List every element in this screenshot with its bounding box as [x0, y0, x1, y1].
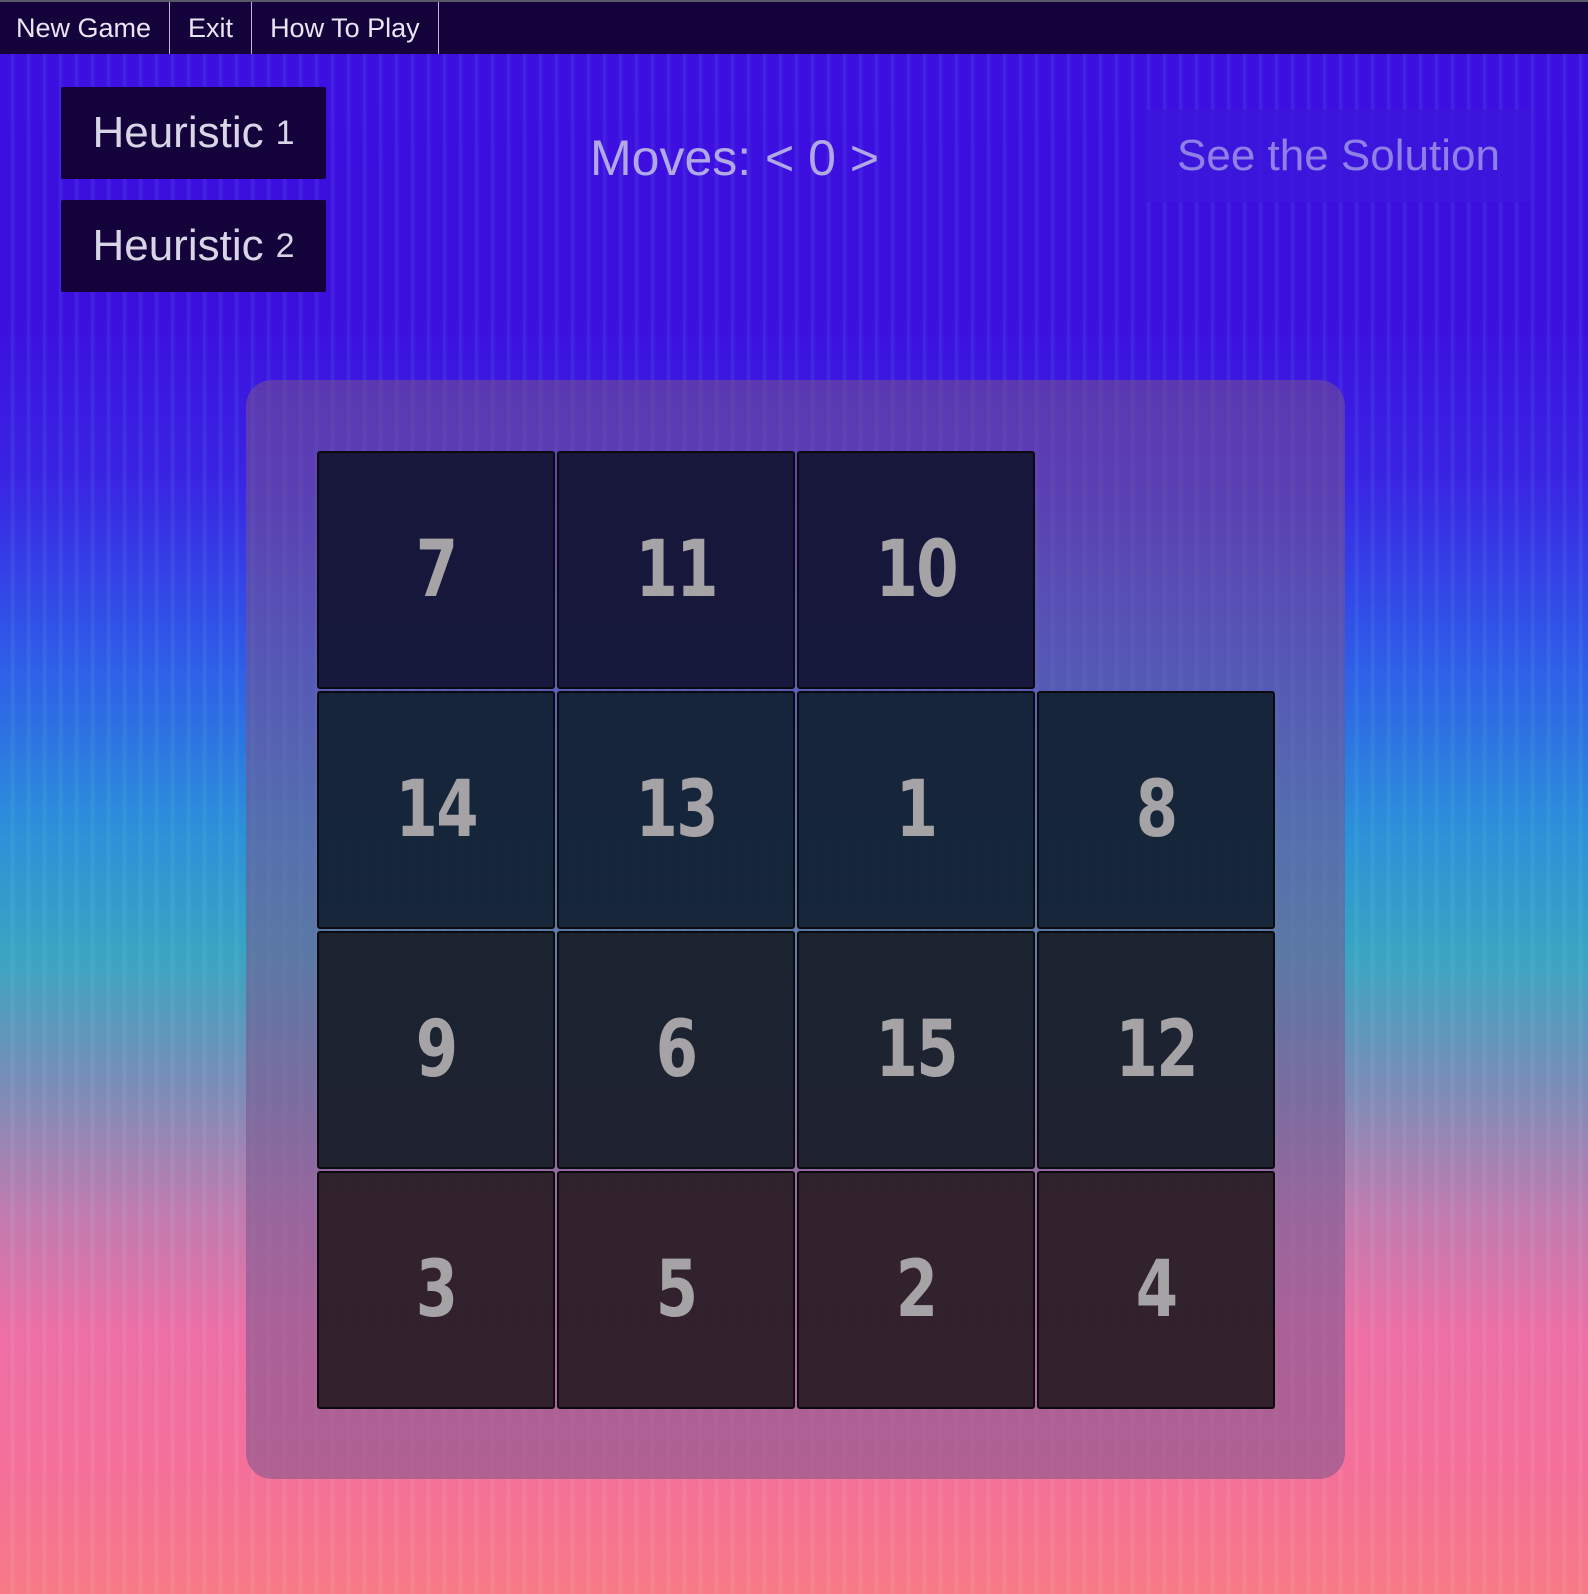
menu-item-exit[interactable]: Exit [170, 2, 253, 54]
tile-r3-c1[interactable]: 5 [557, 1171, 795, 1409]
tile-number: 13 [635, 765, 718, 855]
tile-r0-c0[interactable]: 7 [317, 451, 555, 689]
tile-r2-c2[interactable]: 15 [797, 931, 1035, 1169]
tile-number: 3 [415, 1245, 458, 1335]
tile-number: 6 [655, 1005, 698, 1095]
tile-r1-c3[interactable]: 8 [1037, 691, 1275, 929]
tile-r0-c2[interactable]: 10 [797, 451, 1035, 689]
heuristic-2-button[interactable]: Heuristic 2 [61, 200, 326, 292]
menu-item-how-to-play[interactable]: How To Play [252, 2, 439, 54]
tile-number: 5 [655, 1245, 698, 1335]
tile-r2-c0[interactable]: 9 [317, 931, 555, 1169]
tile-number: 11 [635, 525, 718, 615]
tile-number: 12 [1115, 1005, 1198, 1095]
tile-number: 10 [875, 525, 958, 615]
tile-r1-c2[interactable]: 1 [797, 691, 1035, 929]
tile-r3-c3[interactable]: 4 [1037, 1171, 1275, 1409]
tile-number: 1 [895, 765, 938, 855]
heuristic-2-label: Heuristic [92, 221, 264, 270]
menu-bar: New Game Exit How To Play [0, 0, 1588, 54]
heuristic-1-button[interactable]: Heuristic 1 [61, 87, 326, 179]
tile-number: 9 [415, 1005, 458, 1095]
tile-r2-c1[interactable]: 6 [557, 931, 795, 1169]
moves-counter: Moves: < 0 > [590, 130, 880, 186]
tile-r3-c2[interactable]: 2 [797, 1171, 1035, 1409]
heuristic-1-number: 1 [275, 113, 295, 152]
tile-number: 7 [415, 525, 458, 615]
tile-number: 15 [875, 1005, 958, 1095]
tile-r2-c3[interactable]: 12 [1037, 931, 1275, 1169]
tile-r0-c1[interactable]: 11 [557, 451, 795, 689]
menu-item-new-game[interactable]: New Game [0, 2, 171, 54]
heuristic-1-label: Heuristic [92, 108, 264, 157]
tile-r1-c0[interactable]: 14 [317, 691, 555, 929]
tile-r1-c1[interactable]: 13 [557, 691, 795, 929]
heuristic-2-number: 2 [275, 226, 295, 265]
see-solution-button[interactable]: See the Solution [1146, 110, 1531, 202]
tile-number: 14 [395, 765, 478, 855]
puzzle-board: 7 11 10 14 13 1 8 9 6 15 12 3 5 2 4 [246, 380, 1345, 1479]
tile-r3-c0[interactable]: 3 [317, 1171, 555, 1409]
tile-number: 4 [1135, 1245, 1178, 1335]
tile-number: 8 [1135, 765, 1178, 855]
tile-number: 2 [895, 1245, 938, 1335]
